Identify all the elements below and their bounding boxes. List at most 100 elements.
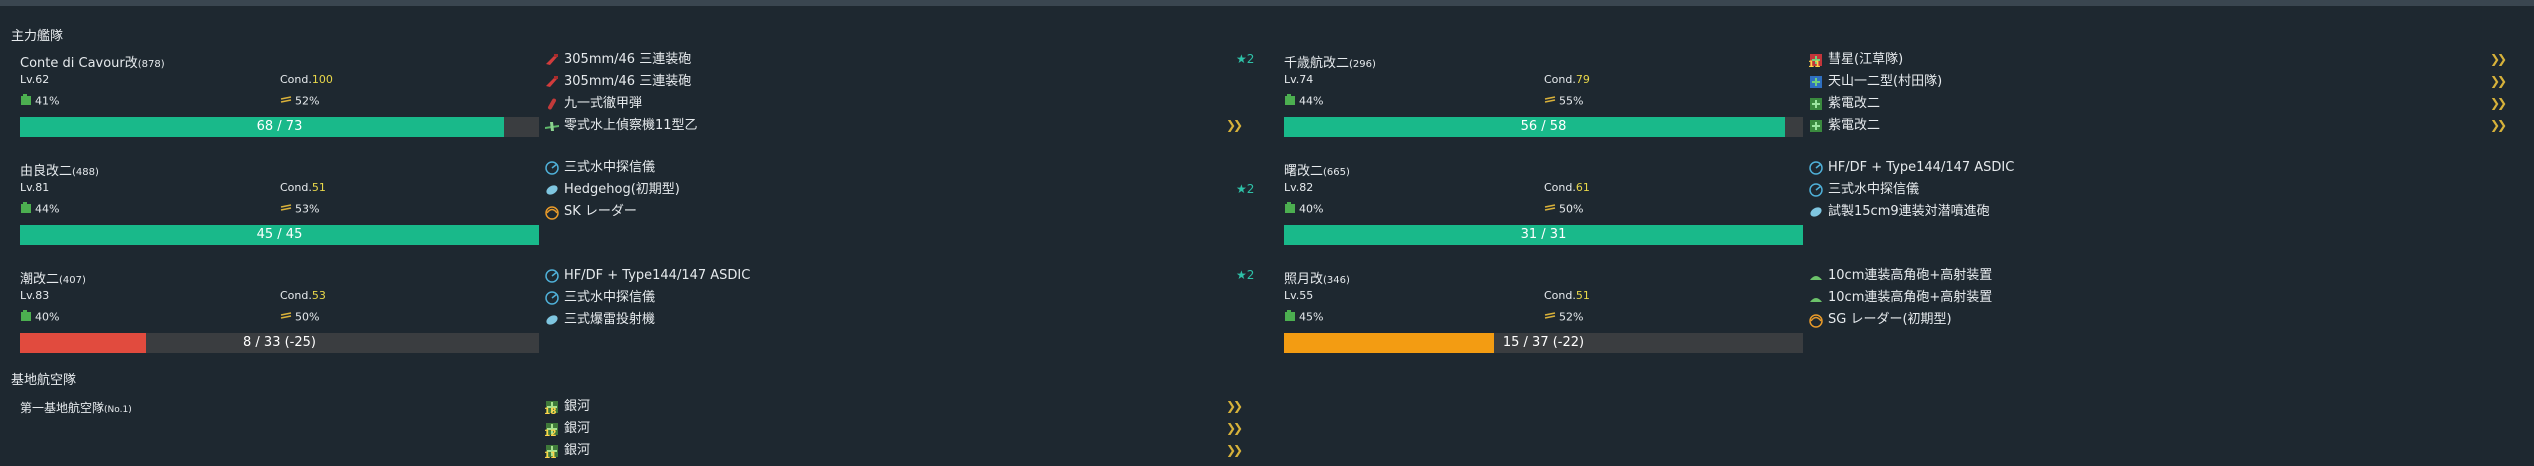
air-base-squadron[interactable]: 11 銀河 <box>544 441 590 461</box>
depth-charge-icon <box>544 312 560 328</box>
ship-name[interactable]: 潮改二(407) <box>20 268 86 287</box>
equipment-item[interactable]: 三式水中探信儀 <box>1808 180 1919 200</box>
main-fleet-title: 主力艦隊 <box>11 29 64 44</box>
hp-text: 31 / 31 <box>1520 227 1567 242</box>
equipment-item[interactable]: 三式爆雷投射機 <box>544 310 655 330</box>
hp-text: 45 / 45 <box>256 227 303 242</box>
ship-ammo: 55% <box>1544 94 1583 109</box>
equipment-item[interactable]: 天山一二型(村田隊) <box>1808 72 1942 92</box>
equipment-name: SG レーダー(初期型) <box>1828 312 1952 327</box>
ship-ammo: 52% <box>280 94 319 109</box>
ship-fuel: 44% <box>20 202 59 217</box>
proficiency-chevron-icon: ❯❯ <box>2490 118 2507 132</box>
radar-icon <box>1808 312 1824 328</box>
ammo-value: 52% <box>1559 310 1584 324</box>
ship-name-label: 由良改二 <box>20 164 73 179</box>
equipment-item[interactable]: 九一式徹甲弾 <box>544 94 642 114</box>
equipment-item[interactable]: 305mm/46 三連装砲 <box>544 72 691 92</box>
cond-value: 53 <box>311 289 326 302</box>
ship-condition: Cond.51 <box>1544 289 1590 302</box>
depth-charge-icon <box>1808 204 1824 220</box>
equipment-item[interactable]: 紫電改二 <box>1808 94 1880 114</box>
equipment-name: HF/DF + Type144/147 ASDIC <box>1828 160 2015 175</box>
equipment-item[interactable]: 305mm/46 三連装砲 <box>544 50 691 70</box>
ship-ammo: 50% <box>1544 202 1583 217</box>
cond-value: 79 <box>1575 73 1590 86</box>
ship-level: Lv.62 <box>20 73 50 86</box>
ship-level: Lv.74 <box>1284 73 1314 86</box>
proficiency-chevron-icon: ❯❯ <box>1226 118 1243 132</box>
proficiency-chevron-icon: ❯❯ <box>1226 399 1243 413</box>
equipment-item[interactable]: Hedgehog(初期型) <box>544 180 680 200</box>
slot-count: 11 <box>544 450 557 461</box>
ship-condition: Cond.51 <box>280 181 326 194</box>
cond-value: 51 <box>311 181 326 194</box>
ammo-icon <box>280 202 292 217</box>
proficiency-chevron-icon: ❯❯ <box>1226 443 1243 457</box>
ammo-icon <box>280 310 292 325</box>
equipment-item[interactable]: HF/DF + Type144/147 ASDIC <box>544 266 750 286</box>
equipment-item[interactable]: 10cm連装高角砲+高射装置 <box>1808 288 1992 308</box>
sonar-icon <box>544 160 560 176</box>
ship-fuel: 45% <box>1284 310 1323 325</box>
equipment-name: 305mm/46 三連装砲 <box>564 52 692 67</box>
equipment-item[interactable]: 零式水上偵察機11型乙 <box>544 116 698 136</box>
air-base-squadron[interactable]: 12 銀河 <box>544 419 590 439</box>
ship-fuel: 40% <box>1284 202 1323 217</box>
hp-bar: 56 / 58 <box>1284 117 1803 137</box>
equipment-name: 九一式徹甲弾 <box>564 96 643 111</box>
squadron-name: 銀河 <box>564 443 591 458</box>
improvement-star: ★2 <box>1236 52 1255 66</box>
ammo-value: 50% <box>1559 202 1584 216</box>
equipment-name: HF/DF + Type144/147 ASDIC <box>564 268 751 283</box>
fuel-icon <box>1284 310 1296 325</box>
equipment-item[interactable]: 11 彗星(江草隊) <box>1808 50 1903 70</box>
equipment-name: Hedgehog(初期型) <box>564 182 680 197</box>
sonar-icon <box>544 290 560 306</box>
equipment-name: 試製15cm9連装対潜噴進砲 <box>1828 204 1990 219</box>
equipment-item[interactable]: 紫電改二 <box>1808 116 1880 136</box>
ship-name[interactable]: 照月改(346) <box>1284 268 1350 287</box>
equipment-item[interactable]: 三式水中探信儀 <box>544 158 655 178</box>
equipment-name: 紫電改二 <box>1828 96 1881 111</box>
equipment-item[interactable]: 試製15cm9連装対潜噴進砲 <box>1808 202 1990 222</box>
equipment-name: 三式水中探信儀 <box>564 290 656 305</box>
ship-fuel: 44% <box>1284 94 1323 109</box>
main-gun-icon <box>544 74 560 90</box>
equipment-item[interactable]: SK レーダー <box>544 202 637 222</box>
ship-condition: Cond.53 <box>280 289 326 302</box>
ship-name[interactable]: 曙改二(665) <box>1284 160 1350 179</box>
hp-text: 15 / 37 (-22) <box>1502 335 1585 350</box>
equipment-item[interactable]: HF/DF + Type144/147 ASDIC <box>1808 158 2014 178</box>
ship-name[interactable]: 千歳航改二(296) <box>1284 52 1376 71</box>
ship-name-label: 照月改 <box>1284 272 1324 287</box>
ship-name[interactable]: 由良改二(488) <box>20 160 99 179</box>
ship-ammo: 50% <box>280 310 319 325</box>
ship-name-label: Conte di Cavour改 <box>20 56 138 71</box>
torpedo-bomber-icon <box>1808 74 1824 90</box>
air-base-corps-name[interactable]: 第一基地航空隊(No.1) <box>20 399 132 416</box>
sonar-icon <box>544 268 560 284</box>
proficiency-chevron-icon: ❯❯ <box>2490 52 2507 66</box>
equipment-name: 三式水中探信儀 <box>564 160 656 175</box>
seaplane-icon <box>544 118 560 134</box>
ship-id: (665) <box>1323 167 1350 178</box>
ship-fuel: 41% <box>20 94 59 109</box>
ship-name-label: 潮改二 <box>20 272 60 287</box>
ship-ammo: 53% <box>280 202 319 217</box>
equipment-name: 10cm連装高角砲+高射装置 <box>1828 268 1993 283</box>
cond-value: 100 <box>311 73 333 86</box>
ship-name[interactable]: Conte di Cavour改(878) <box>20 52 165 71</box>
equipment-item[interactable]: 三式水中探信儀 <box>544 288 655 308</box>
radar-icon <box>544 204 560 220</box>
hp-bar: 45 / 45 <box>20 225 539 245</box>
equipment-item[interactable]: 10cm連装高角砲+高射装置 <box>1808 266 1992 286</box>
cond-label: Cond. <box>1544 181 1576 194</box>
ship-id: (407) <box>59 275 86 286</box>
air-base-squadron[interactable]: 18 銀河 <box>544 397 590 417</box>
ship-condition: Cond.100 <box>280 73 333 86</box>
fuel-value: 40% <box>35 310 60 324</box>
sonar-icon <box>1808 182 1824 198</box>
ammo-value: 55% <box>1559 94 1584 108</box>
equipment-item[interactable]: SG レーダー(初期型) <box>1808 310 1952 330</box>
